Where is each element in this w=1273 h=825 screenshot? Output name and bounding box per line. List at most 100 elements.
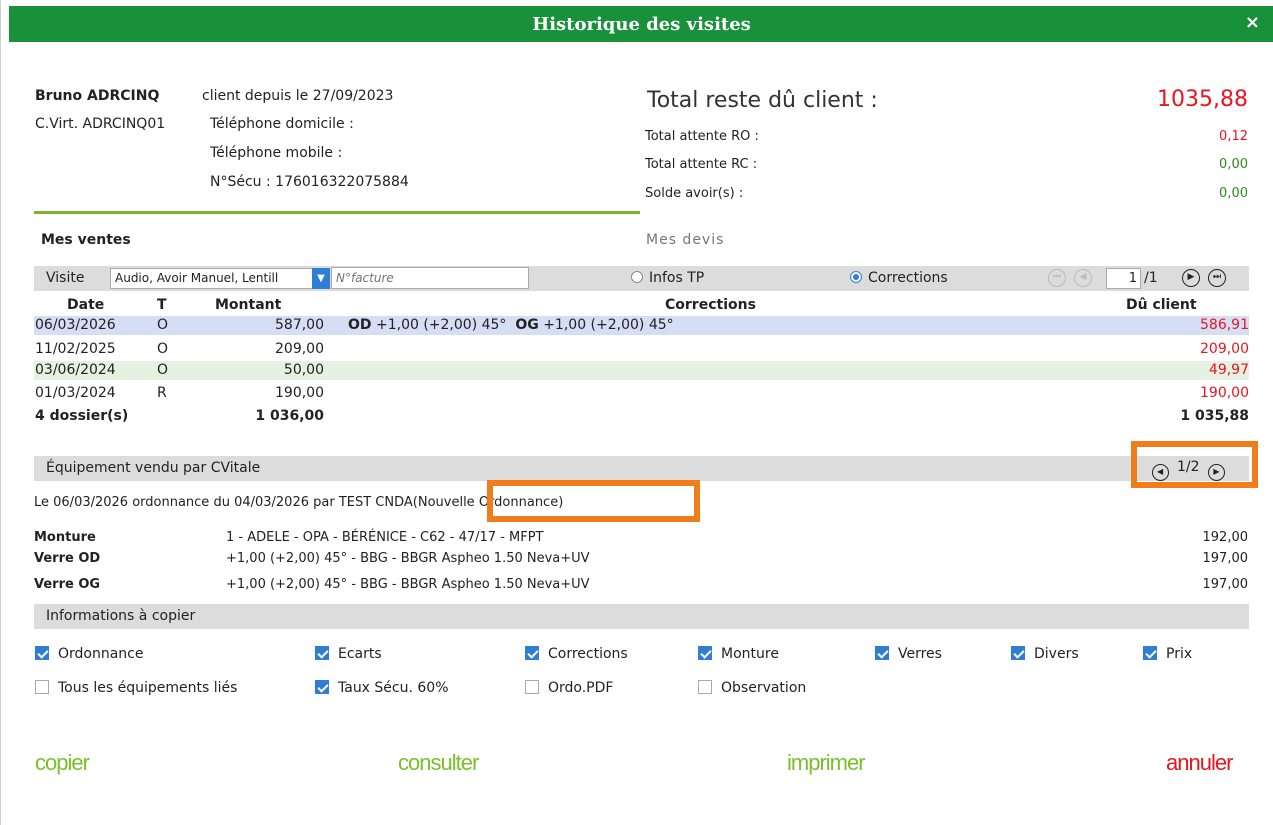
avoir-value: 0,00: [1219, 186, 1248, 201]
table-row[interactable]: 11/02/2025 O 209,00 209,00: [34, 340, 1249, 359]
row-type: R: [157, 385, 167, 401]
item-label: Verre OD: [34, 551, 101, 566]
header-due[interactable]: Dû client: [1126, 297, 1197, 313]
checkbox-empty-icon: [35, 680, 49, 694]
total-due-label: Total reste dû client :: [647, 88, 878, 113]
checkbox-verres[interactable]: Verres: [875, 646, 942, 662]
total-rc-value: 0,00: [1219, 157, 1248, 172]
row-type: O: [157, 317, 169, 333]
header-corrections[interactable]: Corrections: [665, 297, 756, 313]
equipment-bar: Équipement vendu par CVitale ◀ 1/2 ▶: [34, 456, 1249, 481]
invoice-input[interactable]: [331, 267, 529, 289]
checkbox-prix[interactable]: Prix: [1143, 646, 1192, 662]
check-icon: [875, 646, 889, 660]
table-footer: 4 dossier(s) 1 036,00 1 035,88: [34, 407, 1249, 426]
checkbox-tous[interactable]: Tous les équipements liés: [35, 680, 237, 696]
next-page-icon[interactable]: ▶: [1182, 269, 1200, 287]
phone-home: Téléphone domicile :: [210, 116, 354, 132]
radio-corrections-label: Corrections: [868, 270, 948, 286]
row-type: O: [157, 341, 169, 357]
radio-infos-tp-label: Infos TP: [649, 270, 705, 286]
checkbox-taux[interactable]: Taux Sécu. 60%: [315, 680, 449, 696]
checkbox-label: Tous les équipements liés: [58, 680, 238, 696]
copy-button[interactable]: copier: [35, 750, 90, 776]
checkbox-label: Taux Sécu. 60%: [338, 680, 449, 696]
row-amount: 50,00: [283, 362, 324, 378]
check-icon: [315, 680, 329, 694]
radio-corrections[interactable]: Corrections: [850, 270, 948, 286]
consult-button[interactable]: consulter: [398, 750, 479, 776]
checkbox-label: Monture: [721, 646, 779, 662]
item-desc: +1,00 (+2,00) 45° - BBG - BBGR Aspheo 1.…: [226, 577, 590, 592]
header-t[interactable]: T: [157, 297, 167, 313]
table-row[interactable]: 01/03/2024 R 190,00 190,00: [34, 384, 1249, 403]
last-page-icon[interactable]: ⏭: [1208, 269, 1226, 287]
visit-label: Visite: [46, 270, 85, 286]
checkbox-corrections[interactable]: Corrections: [525, 646, 628, 662]
checkbox-ordo-pdf[interactable]: Ordo.PDF: [525, 680, 613, 696]
page-input[interactable]: 1: [1106, 268, 1141, 289]
table-row[interactable]: 03/06/2024 O 50,00 49,97: [34, 361, 1249, 380]
copy-label: Informations à copier: [46, 608, 196, 624]
checkbox-label: Prix: [1166, 646, 1193, 662]
radio-off-icon: [631, 271, 643, 283]
checkbox-empty-icon: [525, 680, 539, 694]
row-due: 586,91: [1200, 317, 1249, 333]
cancel-button[interactable]: annuler: [1166, 750, 1233, 776]
print-button[interactable]: imprimer: [787, 750, 866, 776]
close-icon[interactable]: ×: [1245, 12, 1260, 33]
checkbox-ecarts[interactable]: Ecarts: [315, 646, 382, 662]
avoir-label: Solde avoir(s) :: [645, 186, 744, 201]
row-due: 49,97: [1208, 362, 1249, 378]
checkbox-label: Divers: [1034, 646, 1079, 662]
header-amount[interactable]: Montant: [215, 297, 281, 313]
highlight-box: [487, 480, 700, 522]
visit-history-dialog: Historique des visites × Bruno ADRCINQ c…: [0, 0, 1273, 825]
tab-underline: [34, 211, 640, 214]
check-icon: [698, 646, 712, 660]
check-icon: [315, 646, 329, 660]
checkbox-label: Observation: [721, 680, 807, 696]
row-amount: 587,00: [275, 317, 324, 333]
check-icon: [1143, 646, 1157, 660]
chevron-down-icon[interactable]: ▼: [312, 268, 330, 289]
od-value: +1,00 (+2,00) 45°: [375, 317, 507, 333]
checkbox-label: Ordonnance: [58, 646, 144, 662]
row-date: 06/03/2026: [35, 317, 116, 333]
radio-infos-tp[interactable]: Infos TP: [631, 270, 704, 286]
check-icon: [525, 646, 539, 660]
equipment-line-text: Le 06/03/2026 ordonnance du 04/03/2026 p…: [34, 495, 413, 510]
first-page-icon[interactable]: ⏮: [1048, 269, 1066, 287]
checkbox-ordonnance[interactable]: Ordonnance: [35, 646, 144, 662]
row-due: 190,00: [1200, 385, 1249, 401]
checkbox-empty-icon: [698, 680, 712, 694]
item-label: Verre OG: [34, 577, 101, 592]
tab-sales[interactable]: Mes ventes: [41, 232, 131, 248]
item-label: Monture: [34, 530, 96, 545]
row-amount: 209,00: [275, 341, 324, 357]
row-date: 01/03/2024: [35, 385, 116, 401]
item-desc: 1 - ADELE - OPA - BÉRÉNICE - C62 - 47/17…: [226, 530, 544, 545]
total-rc-label: Total attente RC :: [645, 157, 758, 172]
checkbox-monture[interactable]: Monture: [698, 646, 779, 662]
header-date[interactable]: Date: [67, 297, 104, 313]
client-card: C.Virt. ADRCINQ01: [35, 116, 166, 132]
checkbox-observation[interactable]: Observation: [698, 680, 806, 696]
og-label: OG: [515, 317, 539, 333]
checkbox-divers[interactable]: Divers: [1011, 646, 1079, 662]
client-name: Bruno ADRCINQ: [35, 88, 160, 104]
prev-page-icon[interactable]: ◀: [1074, 269, 1092, 287]
equipment-label: Équipement vendu par CVitale: [46, 460, 261, 476]
row-date: 11/02/2025: [35, 341, 116, 357]
footer-amount: 1 036,00: [255, 408, 324, 424]
page-total: /1: [1144, 270, 1158, 286]
tab-quotes[interactable]: Mes devis: [646, 232, 724, 248]
visit-select[interactable]: Audio, Avoir Manuel, Lentill: [110, 268, 330, 289]
table-row[interactable]: 06/03/2026 O 587,00 OD +1,00 (+2,00) 45°…: [34, 316, 1249, 335]
od-label: OD: [348, 317, 372, 333]
footer-count: 4 dossier(s): [35, 408, 129, 424]
title-bar: Historique des visites ×: [9, 6, 1273, 42]
row-due: 209,00: [1200, 341, 1249, 357]
highlight-box: [1131, 441, 1258, 488]
row-date: 03/06/2024: [35, 362, 116, 378]
